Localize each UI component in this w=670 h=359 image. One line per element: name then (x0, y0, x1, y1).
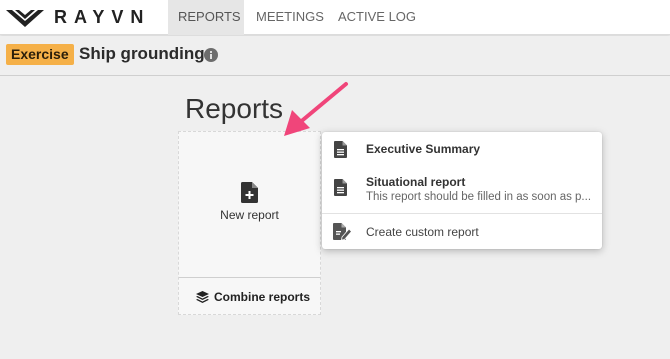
rayvn-logo-mark-icon (6, 10, 44, 27)
brand-name: RAYVN (54, 6, 151, 27)
menu-item-executive-summary[interactable]: Executive Summary (322, 132, 602, 166)
menu-item-create-custom-report[interactable]: Create custom report (322, 215, 602, 248)
edit-document-icon (333, 223, 352, 240)
menu-item-description: This report should be filled in as soon … (366, 191, 592, 203)
new-report-button[interactable]: New report (179, 132, 320, 277)
tab-meetings[interactable]: MEETINGS (246, 0, 334, 35)
exercise-badge: Exercise (6, 44, 74, 65)
annotation-arrow-icon (284, 82, 348, 136)
menu-item-title: Situational report (366, 175, 466, 189)
rayvn-logo[interactable]: RAYVN (6, 5, 150, 29)
info-icon[interactable] (204, 48, 218, 62)
file-plus-icon (241, 182, 258, 203)
incident-title: Ship grounding (79, 44, 205, 63)
document-icon (334, 179, 347, 196)
incident-header: Exercise Ship grounding (0, 36, 670, 76)
menu-item-situational-report[interactable]: Situational report This report should be… (322, 166, 602, 212)
menu-item-title: Executive Summary (366, 142, 481, 156)
document-icon (334, 141, 347, 158)
combine-reports-button[interactable]: Combine reports (179, 277, 320, 314)
tab-reports[interactable]: REPORTS (168, 0, 244, 35)
new-report-menu: Executive Summary Situational report Thi… (322, 132, 602, 249)
combine-reports-label: Combine reports (214, 290, 311, 304)
tab-active-log[interactable]: ACTIVE LOG (328, 0, 426, 35)
menu-item-title: Create custom report (366, 225, 479, 239)
page-title: Reports (185, 93, 284, 124)
layers-icon (196, 291, 209, 303)
new-report-label: New report (220, 208, 279, 222)
top-navigation-bar: RAYVN REPORTS MEETINGS ACTIVE LOG (0, 0, 670, 35)
new-report-card: New report Combine reports (178, 131, 321, 315)
menu-divider (322, 213, 602, 214)
